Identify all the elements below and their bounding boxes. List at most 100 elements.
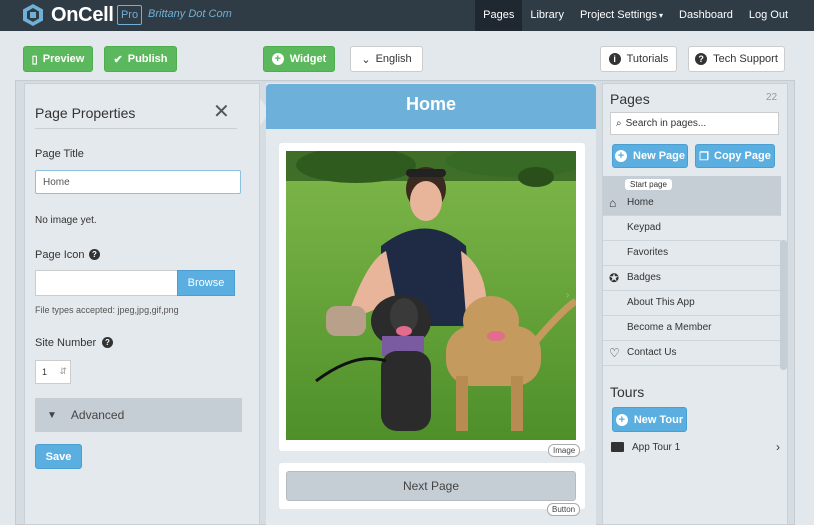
pro-badge: Pro xyxy=(117,5,142,25)
copy-page-button[interactable]: ❐ Copy Page xyxy=(695,144,775,168)
preview-header-title: Home xyxy=(266,84,596,129)
search-pages-input[interactable]: ⌕ Search in pages... xyxy=(610,112,779,135)
file-types-note: File types accepted: jpeg,jpg,gif,png xyxy=(35,305,179,315)
button-widget[interactable]: Next Page Button xyxy=(279,463,585,516)
page-item-label: Favorites xyxy=(627,247,669,258)
pages-count: 22 xyxy=(766,92,778,103)
nav-link-pages[interactable]: Pages xyxy=(475,0,523,31)
language-label: English xyxy=(375,53,412,65)
heart-icon: ♡ xyxy=(609,346,620,360)
help-icon[interactable]: ? xyxy=(102,337,113,348)
nav-links: Pages Library Project Settings ▾ Dashboar… xyxy=(475,0,814,31)
page-icon-label: Page Icon xyxy=(35,249,85,261)
mobile-icon: ▯ xyxy=(31,53,38,66)
advanced-toggle[interactable]: ▼ Advanced xyxy=(35,398,242,432)
page-item-label: Home xyxy=(627,197,654,208)
page-item-contact[interactable]: ♡ Contact Us xyxy=(603,341,781,366)
page-item-badges[interactable]: ✪ Badges xyxy=(603,266,781,291)
page-item-label: Badges xyxy=(627,272,661,283)
plus-circle-icon: + xyxy=(615,150,628,162)
pages-scrollbar[interactable] xyxy=(780,240,787,370)
close-icon[interactable]: ✕ xyxy=(213,102,230,122)
search-placeholder: Search in pages... xyxy=(625,118,707,129)
nav-link-project-settings[interactable]: Project Settings ▾ xyxy=(572,0,671,31)
language-select[interactable]: ⌄ English xyxy=(350,46,423,72)
advanced-label: Advanced xyxy=(70,408,125,422)
tour-item[interactable]: App Tour 1 › xyxy=(610,440,780,458)
editor-toolbar: ▯ Preview ✔ Publish + Widget ⌄ English i Tuto… xyxy=(15,38,795,78)
question-icon: ? xyxy=(695,53,708,65)
image-tag: Image xyxy=(548,444,581,457)
project-settings-label: Project Settings xyxy=(579,9,658,21)
pages-panel: Pages 22 ⌕ Search in pages... + New Page ❐… xyxy=(602,83,788,525)
save-button[interactable]: Save xyxy=(35,444,82,469)
folder-icon xyxy=(611,442,624,452)
logo-text: OnCell xyxy=(51,3,114,26)
search-icon: ⌕ xyxy=(616,118,622,129)
file-path-input[interactable] xyxy=(35,270,177,296)
page-item-keypad[interactable]: Keypad xyxy=(603,216,781,241)
page-title-label: Page Title xyxy=(35,148,84,160)
preview-label: Preview xyxy=(42,53,85,65)
widget-label: Widget xyxy=(289,53,327,65)
plus-circle-icon: + xyxy=(615,413,628,426)
help-icon[interactable]: ? xyxy=(89,249,100,260)
page-properties-panel: Page Properties ✕ Page Title No image ye… xyxy=(24,83,260,525)
info-icon: i xyxy=(608,53,621,65)
start-page-tag: Start page xyxy=(625,179,672,190)
stepper-icon[interactable]: ⇵ xyxy=(59,366,67,377)
page-item-favorites[interactable]: Favorites xyxy=(603,241,781,266)
page-item-label: Keypad xyxy=(627,222,661,233)
image-widget[interactable]: Image xyxy=(279,143,585,457)
page-item-member[interactable]: Become a Member xyxy=(603,316,781,341)
page-title-input[interactable] xyxy=(35,170,241,194)
tech-support-button[interactable]: ? Tech Support xyxy=(688,46,785,72)
chevron-down-icon: ▼ xyxy=(47,409,57,421)
no-image-text: No image yet. xyxy=(35,215,97,226)
tour-item-label: App Tour 1 xyxy=(632,442,681,453)
button-tag: Button xyxy=(547,503,581,516)
check-icon: ✔ xyxy=(113,53,123,66)
page-preview: Home Image › Next Page Button xyxy=(266,83,596,525)
new-tour-label: New Tour xyxy=(633,413,684,426)
copy-icon: ❐ xyxy=(699,150,709,163)
publish-button[interactable]: ✔ Publish xyxy=(104,46,177,72)
chevron-right-icon[interactable]: › xyxy=(566,290,569,301)
logo-mark-icon xyxy=(21,3,45,27)
nav-link-dashboard[interactable]: Dashboard xyxy=(671,0,741,31)
new-tour-button[interactable]: + New Tour xyxy=(612,407,687,432)
site-number-value: 1 xyxy=(42,367,48,377)
nav-link-library[interactable]: Library xyxy=(522,0,572,31)
pages-title: Pages xyxy=(610,91,650,107)
nav-link-logout[interactable]: Log Out xyxy=(741,0,814,31)
new-page-button[interactable]: + New Page xyxy=(612,144,688,168)
page-item-label: Contact Us xyxy=(627,347,677,358)
top-navigation-bar: OnCell Pro Brittany Dot Com Pages Librar… xyxy=(0,0,814,31)
home-icon: ⌂ xyxy=(609,196,617,210)
chevron-down-icon: ⌄ xyxy=(361,53,371,66)
chevron-right-icon: › xyxy=(776,440,780,454)
site-number-input[interactable]: 1 ⇵ xyxy=(35,360,71,384)
page-item-about[interactable]: About This App xyxy=(603,291,781,316)
publish-label: Publish xyxy=(127,53,168,65)
preview-button[interactable]: ▯ Preview xyxy=(23,46,93,72)
copy-page-label: Copy Page xyxy=(714,150,771,162)
widget-button[interactable]: + Widget xyxy=(263,46,335,72)
tutorials-button[interactable]: i Tutorials xyxy=(600,46,677,72)
badge-icon: ✪ xyxy=(609,271,620,285)
divider xyxy=(35,128,237,129)
widget-photo xyxy=(286,151,576,440)
tours-title: Tours xyxy=(610,384,645,400)
browse-button[interactable]: Browse xyxy=(177,270,235,296)
account-name[interactable]: Brittany Dot Com xyxy=(148,8,232,20)
oncell-logo[interactable]: OnCell xyxy=(21,3,114,27)
site-number-label: Site Number xyxy=(35,337,97,349)
panel-title: Page Properties xyxy=(35,105,136,121)
page-item-label: About This App xyxy=(627,297,695,308)
page-item-label: Become a Member xyxy=(627,322,712,333)
new-page-label: New Page xyxy=(633,150,685,162)
tech-support-label: Tech Support xyxy=(713,53,778,65)
tutorials-label: Tutorials xyxy=(626,53,669,65)
next-page-button[interactable]: Next Page xyxy=(286,471,576,501)
plus-circle-icon: + xyxy=(271,53,284,65)
